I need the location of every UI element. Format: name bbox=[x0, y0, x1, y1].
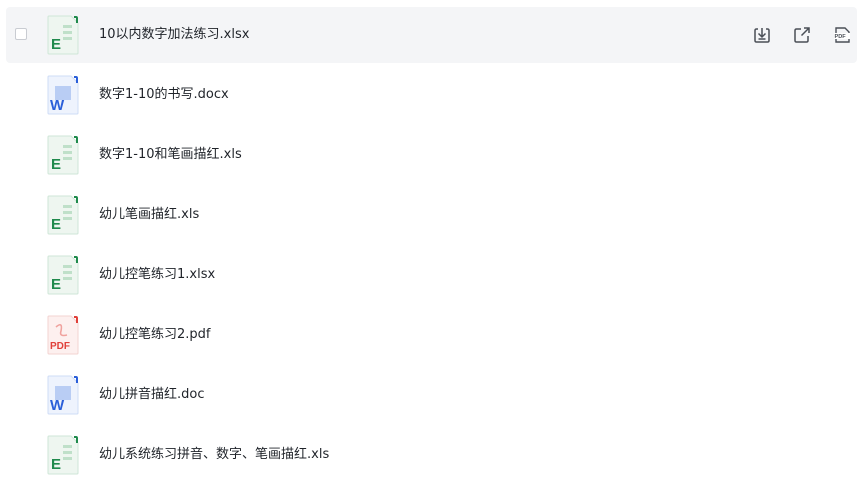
excel-file-icon: E bbox=[46, 255, 80, 295]
svg-text:E: E bbox=[51, 216, 61, 233]
file-row[interactable]: E 幼儿笔画描红.xls bbox=[6, 187, 857, 243]
file-name[interactable]: 幼儿系统练习拼音、数字、笔画描红.xls bbox=[99, 445, 329, 465]
export-pdf-icon[interactable]: PDF bbox=[831, 24, 853, 46]
open-external-icon[interactable] bbox=[791, 24, 813, 46]
file-name[interactable]: 数字1-10的书写.docx bbox=[99, 85, 229, 105]
svg-text:E: E bbox=[51, 456, 61, 473]
excel-file-icon: E bbox=[46, 135, 80, 175]
svg-text:PDF: PDF bbox=[835, 34, 847, 40]
svg-text:W: W bbox=[50, 397, 65, 414]
file-name[interactable]: 幼儿笔画描红.xls bbox=[99, 205, 199, 225]
row-checkbox[interactable] bbox=[15, 28, 27, 40]
file-row[interactable]: W 数字1-10的书写.docx bbox=[6, 67, 857, 123]
svg-text:E: E bbox=[51, 276, 61, 293]
excel-file-icon: E bbox=[46, 195, 80, 235]
file-row[interactable]: E 数字1-10和笔画描红.xls bbox=[6, 127, 857, 183]
file-list: E 10以内数字加法练习.xlsx PDF W 数字1-10的书写.docx E… bbox=[0, 0, 858, 480]
file-row[interactable]: PDF 幼儿控笔练习2.pdf bbox=[6, 307, 857, 363]
download-icon[interactable] bbox=[751, 24, 773, 46]
file-row[interactable]: E 幼儿系统练习拼音、数字、笔画描红.xls bbox=[6, 427, 857, 480]
pdf-file-icon: PDF bbox=[46, 315, 80, 355]
svg-text:E: E bbox=[51, 156, 61, 173]
file-name[interactable]: 幼儿控笔练习1.xlsx bbox=[99, 265, 215, 285]
svg-text:PDF: PDF bbox=[50, 341, 70, 352]
file-row[interactable]: W 幼儿拼音描红.doc bbox=[6, 367, 857, 423]
file-name[interactable]: 幼儿拼音描红.doc bbox=[99, 385, 205, 405]
excel-file-icon: E bbox=[46, 15, 80, 55]
excel-file-icon: E bbox=[46, 435, 80, 475]
file-row[interactable]: E 10以内数字加法练习.xlsx PDF bbox=[6, 7, 857, 63]
file-name[interactable]: 数字1-10和笔画描红.xls bbox=[99, 145, 242, 165]
svg-text:E: E bbox=[51, 36, 61, 53]
file-row[interactable]: E 幼儿控笔练习1.xlsx bbox=[6, 247, 857, 303]
file-name[interactable]: 幼儿控笔练习2.pdf bbox=[99, 325, 210, 345]
word-file-icon: W bbox=[46, 75, 80, 115]
file-name[interactable]: 10以内数字加法练习.xlsx bbox=[99, 25, 249, 45]
svg-text:W: W bbox=[50, 97, 65, 114]
word-file-icon: W bbox=[46, 375, 80, 415]
